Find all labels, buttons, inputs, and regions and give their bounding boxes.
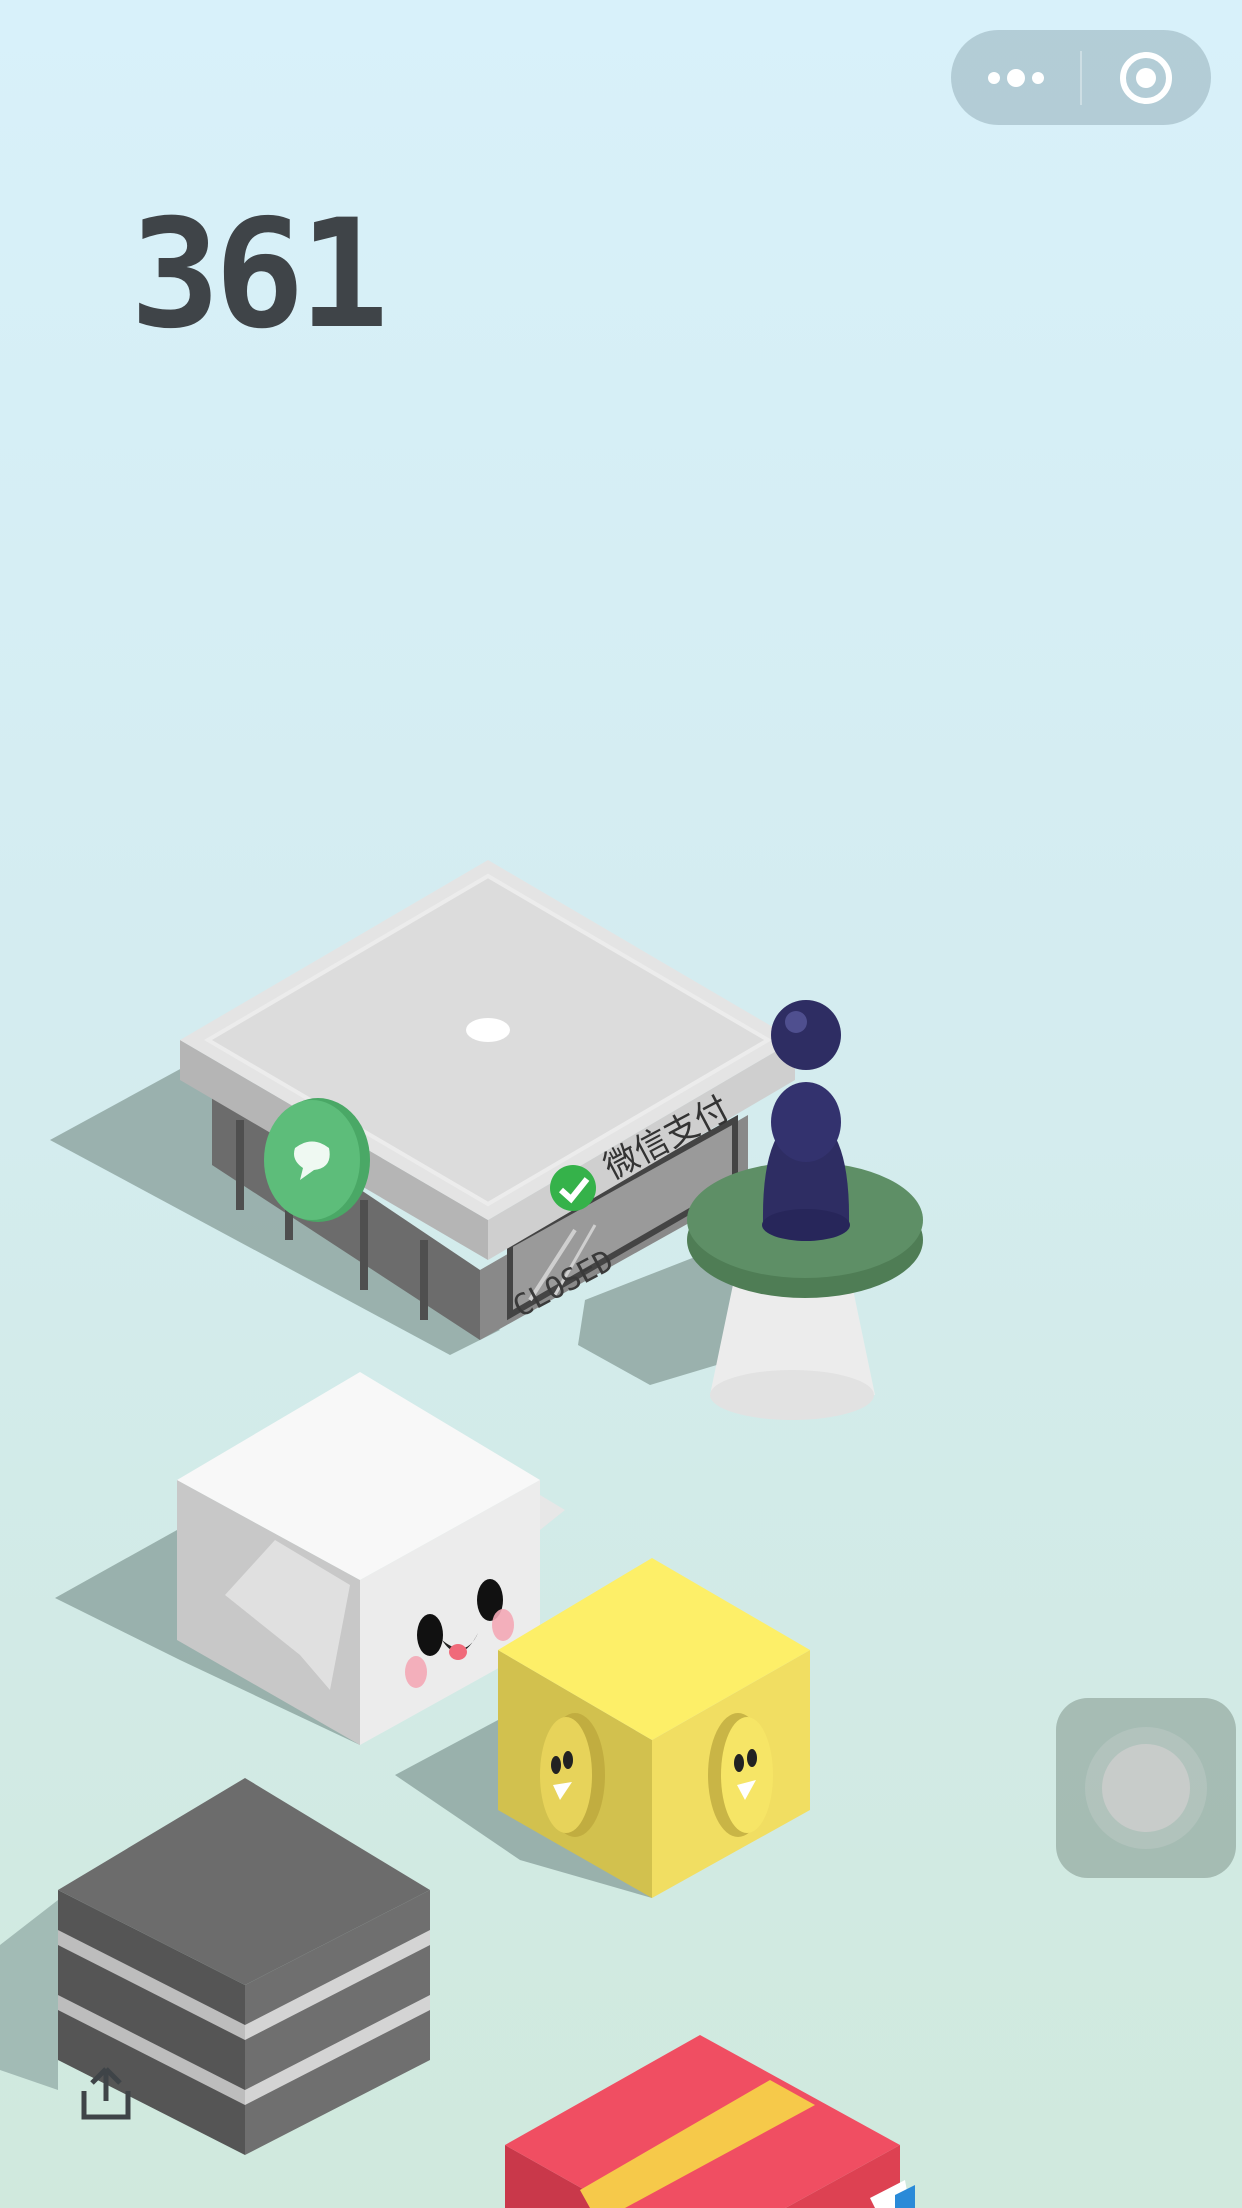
gift-box-platform [505,2035,915,2208]
menu-button[interactable] [951,30,1080,125]
more-dots-icon [987,68,1044,87]
score-counter: 361 [130,188,389,362]
floating-ball-button[interactable] [1056,1698,1236,1878]
close-button[interactable] [1082,30,1211,125]
target-circle-icon [1120,51,1173,104]
player-piece [762,1000,850,1241]
floating-ball-dot [1102,1744,1190,1832]
mini-program-capsule [951,30,1211,125]
floating-ball-icon [1085,1727,1207,1849]
share-button[interactable] [78,2065,134,2123]
gray-shadow [0,1900,58,2090]
share-icon [81,2067,131,2120]
